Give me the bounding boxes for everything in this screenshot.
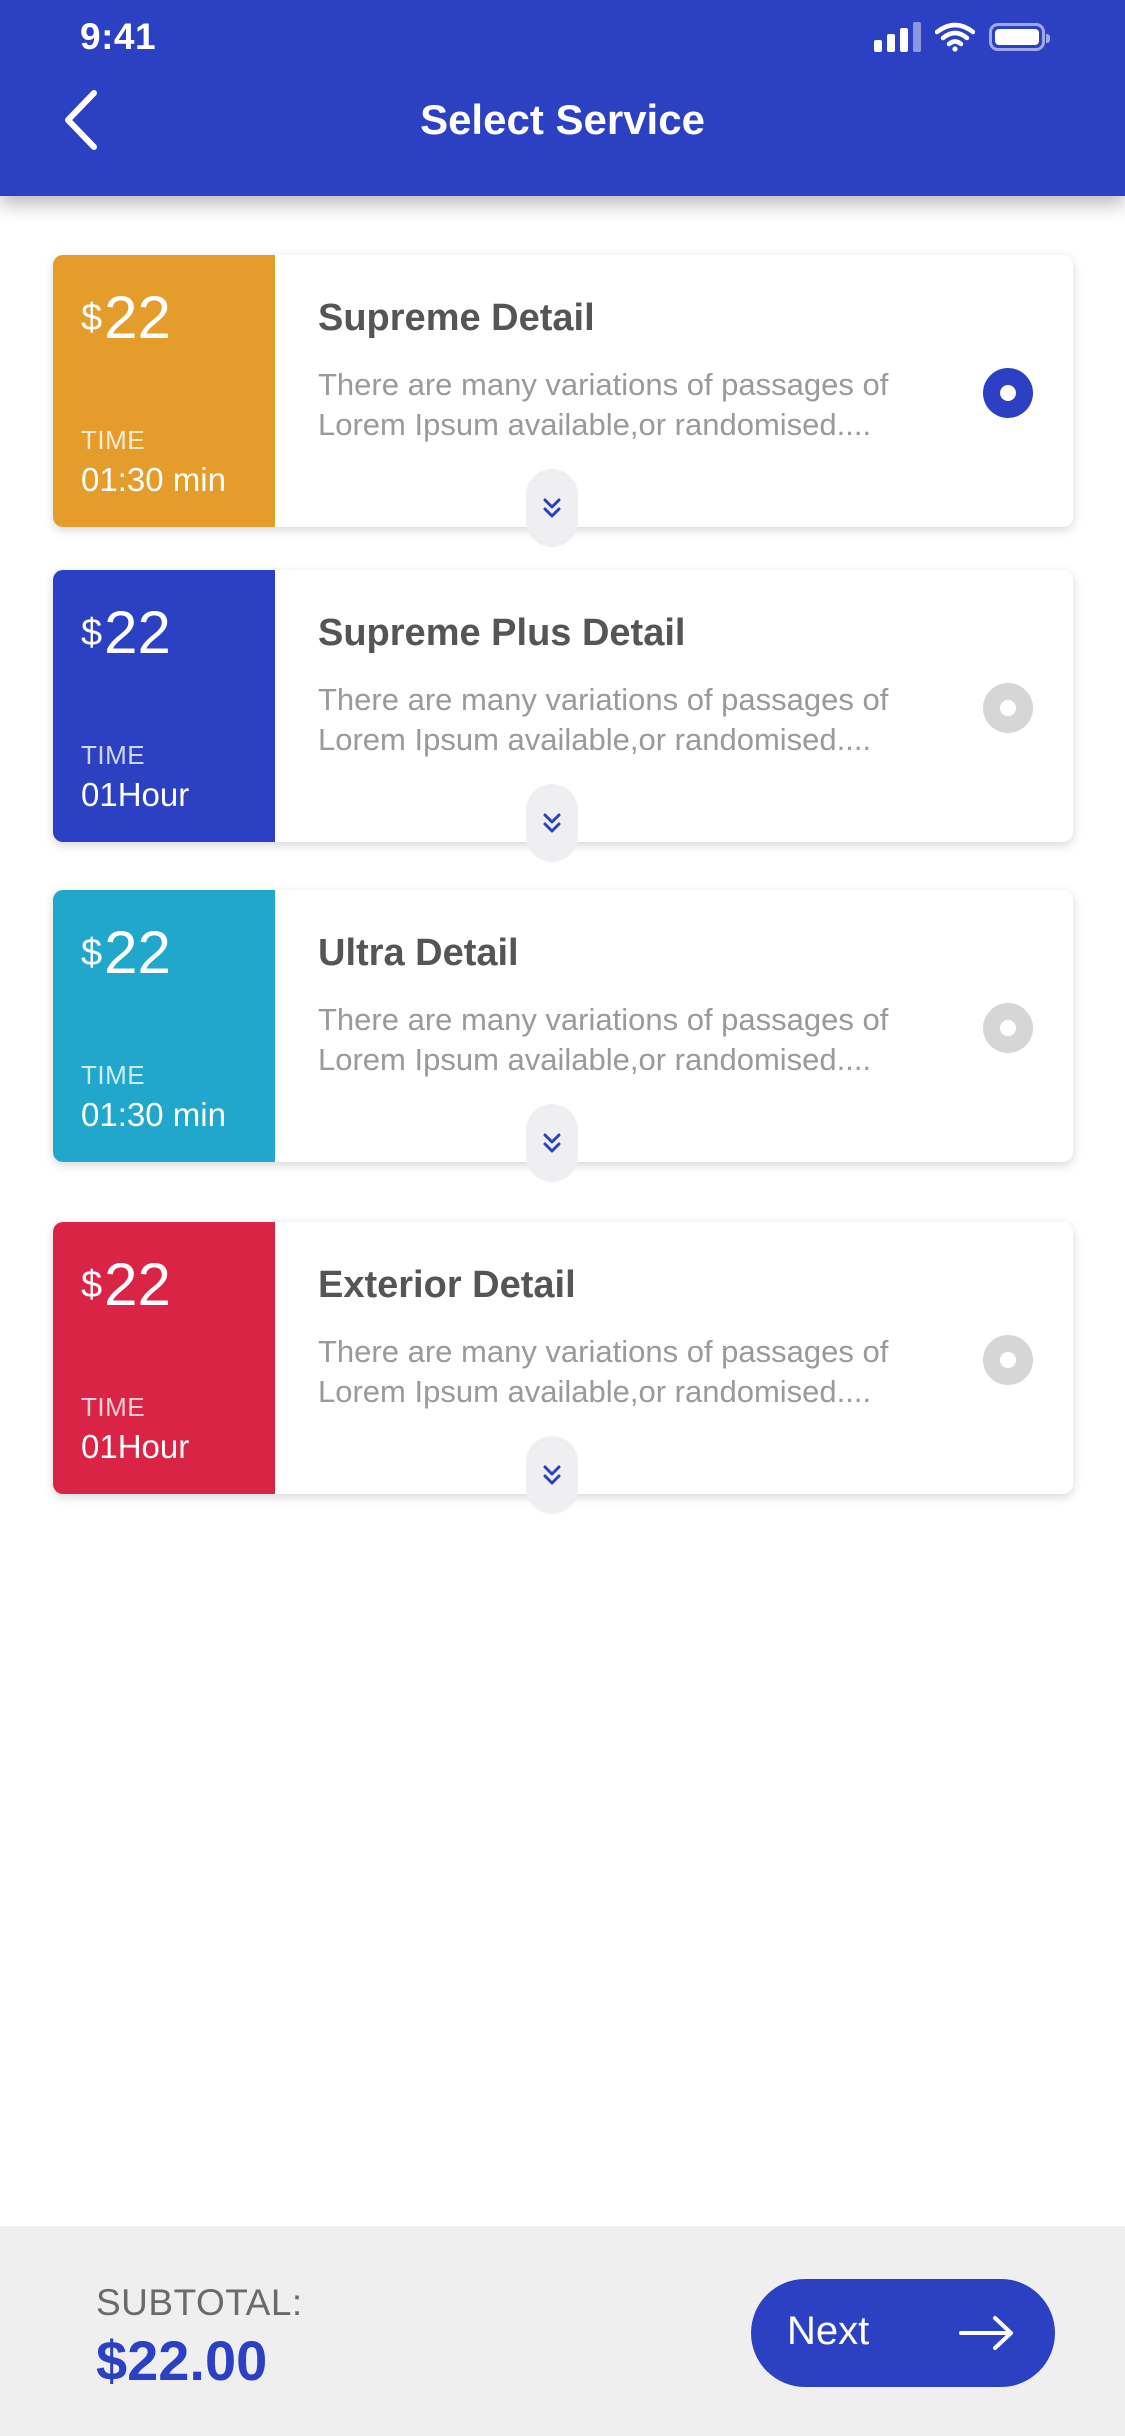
service-name: Exterior Detail [318,1264,576,1306]
service-name: Supreme Plus Detail [318,612,686,654]
service-description: There are many variations of passages of… [318,367,889,442]
service-radio[interactable] [983,368,1033,418]
price-amount: 22 [104,1251,171,1318]
arrow-right-icon [959,2316,1013,2350]
expand-button[interactable] [526,469,578,547]
time-value: 01Hour [81,776,190,813]
service-description: There are many variations of passages of… [318,1334,889,1409]
next-button[interactable]: Next [751,2279,1055,2387]
service-price: $22 [81,283,171,352]
wifi-icon [935,22,975,52]
service-card[interactable]: $22 TIME 01:30 min Ultra Detail There ar… [53,890,1073,1182]
time-label: TIME [81,1060,146,1090]
time-value: 01Hour [81,1428,190,1465]
time-label: TIME [81,740,146,770]
price-amount: 22 [104,599,171,666]
app-header: 9:41 Select Service [0,0,1125,196]
subtotal-value: $22.00 [96,2329,268,2392]
currency-symbol: $ [81,612,103,654]
time-label: TIME [81,425,146,455]
price-panel: $22 TIME 01:30 min [53,890,275,1162]
price-panel: $22 TIME 01Hour [53,1222,275,1494]
double-chevron-down-icon [543,1133,561,1153]
currency-symbol: $ [81,297,103,339]
service-price: $22 [81,1250,171,1319]
time-value: 01:30 min [81,1096,226,1133]
expand-button[interactable] [526,1104,578,1182]
price-panel: $22 TIME 01:30 min [53,255,275,527]
page-title: Select Service [420,96,705,143]
time-value: 01:30 min [81,461,226,498]
expand-button[interactable] [526,784,578,862]
double-chevron-down-icon [543,498,561,518]
service-name: Supreme Detail [318,297,595,339]
service-price: $22 [81,918,171,987]
service-description: There are many variations of passages of… [318,682,889,757]
service-description: There are many variations of passages of… [318,1002,889,1077]
subtotal-label: SUBTOTAL: [96,2282,303,2323]
price-amount: 22 [104,284,171,351]
service-radio[interactable] [983,683,1033,733]
double-chevron-down-icon [543,813,561,833]
service-radio[interactable] [983,1003,1033,1053]
currency-symbol: $ [81,1264,103,1306]
double-chevron-down-icon [543,1465,561,1485]
expand-button[interactable] [526,1436,578,1514]
service-radio[interactable] [983,1335,1033,1385]
next-button-label: Next [787,2309,870,2353]
service-name: Ultra Detail [318,932,519,974]
price-amount: 22 [104,919,171,986]
battery-icon [989,23,1050,51]
cellular-signal-icon [874,22,921,52]
status-time: 9:41 [80,16,157,57]
time-label: TIME [81,1392,146,1422]
status-icons [874,22,1050,52]
service-card[interactable]: $22 TIME 01:30 min Supreme Detail There … [53,255,1073,547]
currency-symbol: $ [81,932,103,974]
service-card[interactable]: $22 TIME 01Hour Supreme Plus Detail Ther… [53,570,1073,862]
service-price: $22 [81,598,171,667]
checkout-footer: SUBTOTAL: $22.00 Next [0,2226,1125,2436]
price-panel: $22 TIME 01Hour [53,570,275,842]
service-card[interactable]: $22 TIME 01Hour Exterior Detail There ar… [53,1222,1073,1514]
